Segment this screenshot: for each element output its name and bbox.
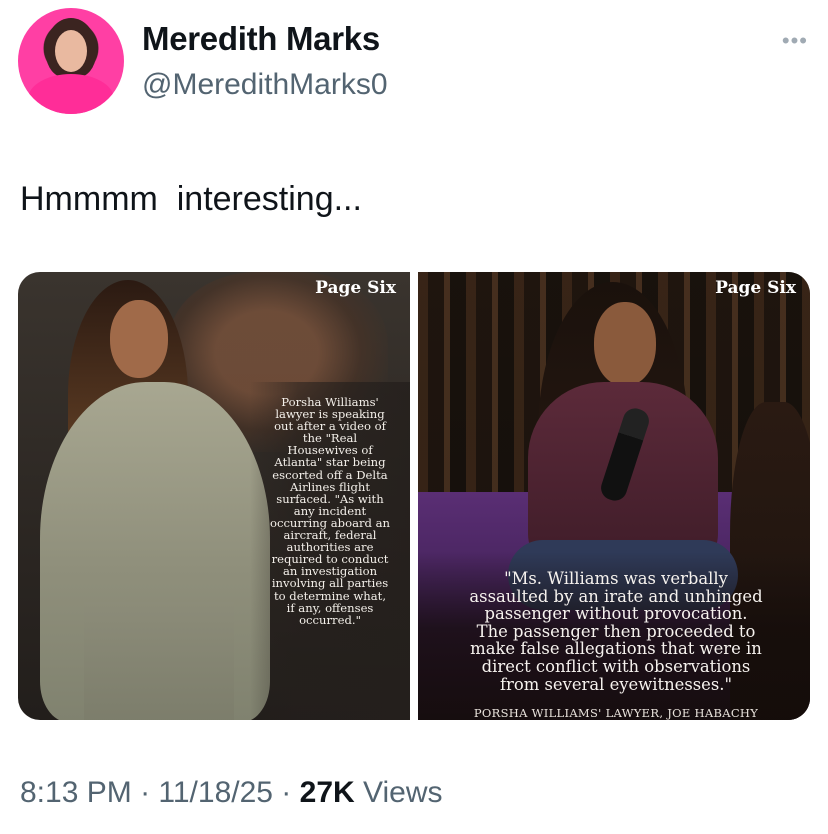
brand-logo: Page Six: [315, 278, 396, 298]
author-handle[interactable]: @MeredithMarks0: [142, 68, 388, 102]
avatar-outfit: [28, 74, 114, 114]
subject-legs: [84, 602, 234, 720]
tweet-text: Hmmmm interesting...: [20, 180, 362, 218]
author-name[interactable]: Meredith Marks: [142, 20, 380, 58]
subject-face: [110, 300, 168, 378]
views-label: Views: [354, 776, 443, 809]
tweet-time[interactable]: 8:13 PM: [20, 776, 132, 809]
tweet-date[interactable]: 11/18/25: [158, 776, 273, 809]
more-horizontal-icon[interactable]: •••: [782, 28, 808, 54]
image-caption: Porsha Williams' lawyer is speaking out …: [269, 395, 391, 627]
media-grid: Page Six Porsha Williams' lawyer is spea…: [18, 272, 810, 720]
subject-face: [594, 302, 656, 386]
quote-attribution: PORSHA WILLIAMS' LAWYER, JOE HABACHY: [473, 706, 759, 720]
avatar[interactable]: [18, 8, 124, 114]
avatar-face: [55, 30, 87, 72]
tweet-meta: 8:13 PM · 11/18/25 · 27K Views: [20, 776, 443, 810]
media-image-left[interactable]: Page Six Porsha Williams' lawyer is spea…: [18, 272, 410, 720]
image-quote: "Ms. Williams was verbally assaulted by …: [469, 569, 763, 694]
views-count[interactable]: 27K: [300, 776, 355, 809]
meta-separator: ·: [272, 776, 300, 809]
meta-separator: ·: [131, 776, 159, 809]
media-image-right[interactable]: Page Six "Ms. Williams was verbally assa…: [418, 272, 810, 720]
brand-logo: Page Six: [715, 278, 796, 298]
